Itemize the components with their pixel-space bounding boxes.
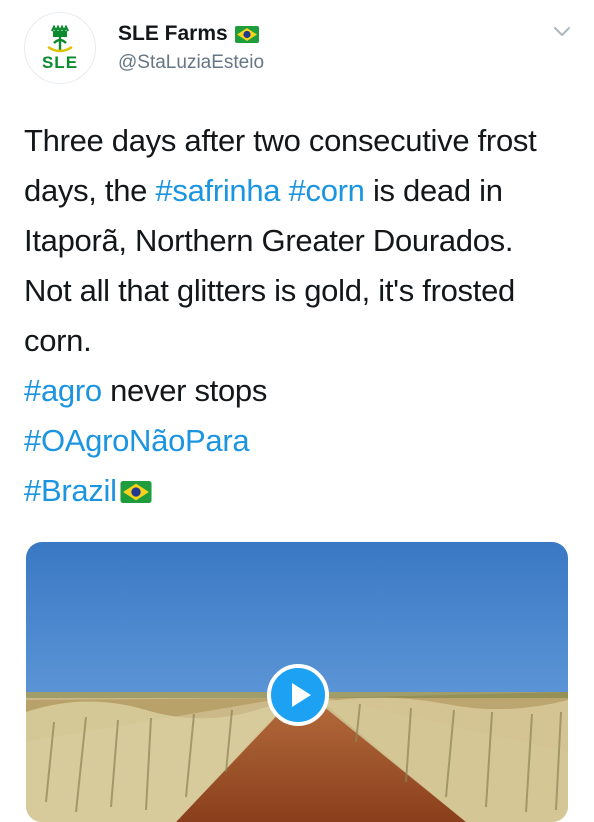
play-icon[interactable] (267, 664, 329, 726)
avatar[interactable]: SLE (24, 12, 96, 84)
hashtag-oagronaopara[interactable]: #OAgroNãoPara (24, 423, 250, 458)
brazil-flag-icon (120, 481, 152, 503)
hashtag-agro[interactable]: #agro (24, 373, 102, 408)
tweet-line: Itaporã, Northern Greater Dourados. (24, 223, 514, 258)
account-handle[interactable]: @StaLuziaEsteio (118, 52, 264, 74)
brazil-flag-icon (234, 25, 259, 43)
tweet-text-segment: never stops (101, 373, 268, 408)
tweet-line: #Brazil (24, 466, 574, 516)
hashtag-corn[interactable]: #corn (289, 173, 365, 208)
chevron-down-icon[interactable] (552, 24, 572, 38)
tweet-line: days, the #safrinha #corn is dead in (24, 166, 574, 216)
tweet-line: #OAgroNãoPara (24, 416, 574, 466)
tweet-line: corn. (24, 323, 92, 358)
tweet-line: Three days after two consecutive frost (24, 123, 537, 158)
tweet-text-segment: days, the (24, 173, 156, 208)
tweet-text: Three days after two consecutive frost d… (24, 116, 574, 516)
tweet-text-segment: is dead in (364, 173, 503, 208)
logo-text: SLE (41, 53, 79, 72)
account-name-row: SLE Farms (118, 22, 259, 46)
display-name[interactable]: SLE Farms (118, 22, 228, 46)
sle-logo-icon (47, 25, 73, 53)
tweet-line: #agro never stops (24, 366, 574, 416)
tweet-line: Not all that glitters is gold, it's fros… (24, 273, 515, 308)
hashtag-safrinha[interactable]: #safrinha (155, 173, 280, 208)
hashtag-brazil[interactable]: #Brazil (24, 473, 117, 508)
